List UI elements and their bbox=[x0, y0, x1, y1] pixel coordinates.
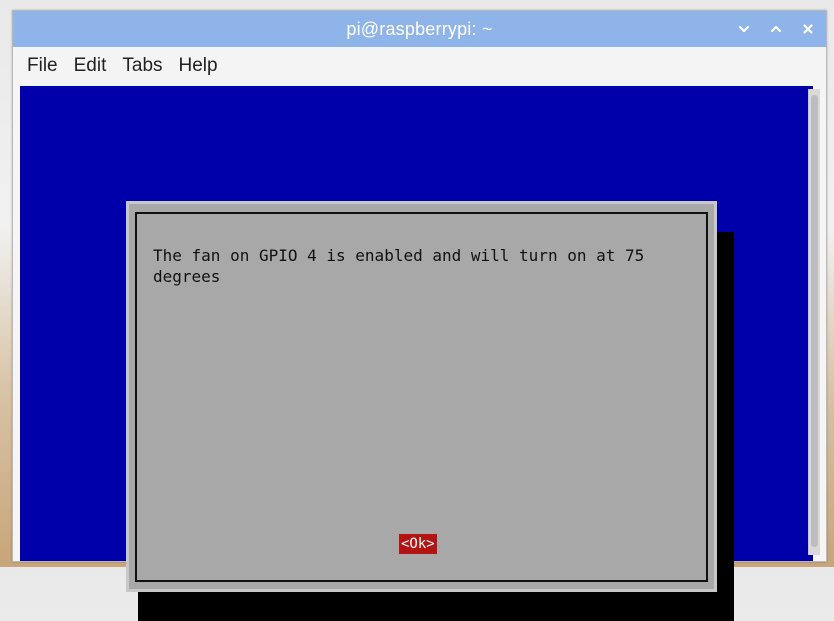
window-title: pi@raspberrypi: ~ bbox=[346, 19, 493, 39]
menu-edit[interactable]: Edit bbox=[74, 55, 107, 77]
maximize-button[interactable] bbox=[768, 21, 784, 37]
window-controls bbox=[736, 19, 816, 39]
dialog-frame: The fan on GPIO 4 is enabled and will tu… bbox=[135, 212, 708, 582]
scrollbar-thumb[interactable] bbox=[811, 95, 818, 547]
menu-help[interactable]: Help bbox=[179, 55, 218, 77]
menu-bar: File Edit Tabs Help bbox=[13, 47, 826, 85]
menu-file[interactable]: File bbox=[27, 55, 58, 77]
close-button[interactable] bbox=[800, 21, 816, 37]
terminal-window: pi@raspberrypi: ~ File Edit Tabs Help Th… bbox=[12, 10, 827, 621]
close-icon bbox=[803, 24, 813, 34]
chevron-down-icon bbox=[738, 25, 750, 33]
vertical-scrollbar[interactable] bbox=[808, 89, 820, 555]
menu-tabs[interactable]: Tabs bbox=[122, 55, 162, 77]
dialog-message: The fan on GPIO 4 is enabled and will tu… bbox=[153, 246, 645, 286]
ok-button[interactable]: <Ok> bbox=[399, 534, 437, 554]
title-bar[interactable]: pi@raspberrypi: ~ bbox=[13, 11, 826, 47]
chevron-up-icon bbox=[770, 25, 782, 33]
terminal-area[interactable]: The fan on GPIO 4 is enabled and will tu… bbox=[20, 86, 813, 621]
minimize-button[interactable] bbox=[736, 21, 752, 37]
message-dialog: The fan on GPIO 4 is enabled and will tu… bbox=[126, 201, 717, 592]
